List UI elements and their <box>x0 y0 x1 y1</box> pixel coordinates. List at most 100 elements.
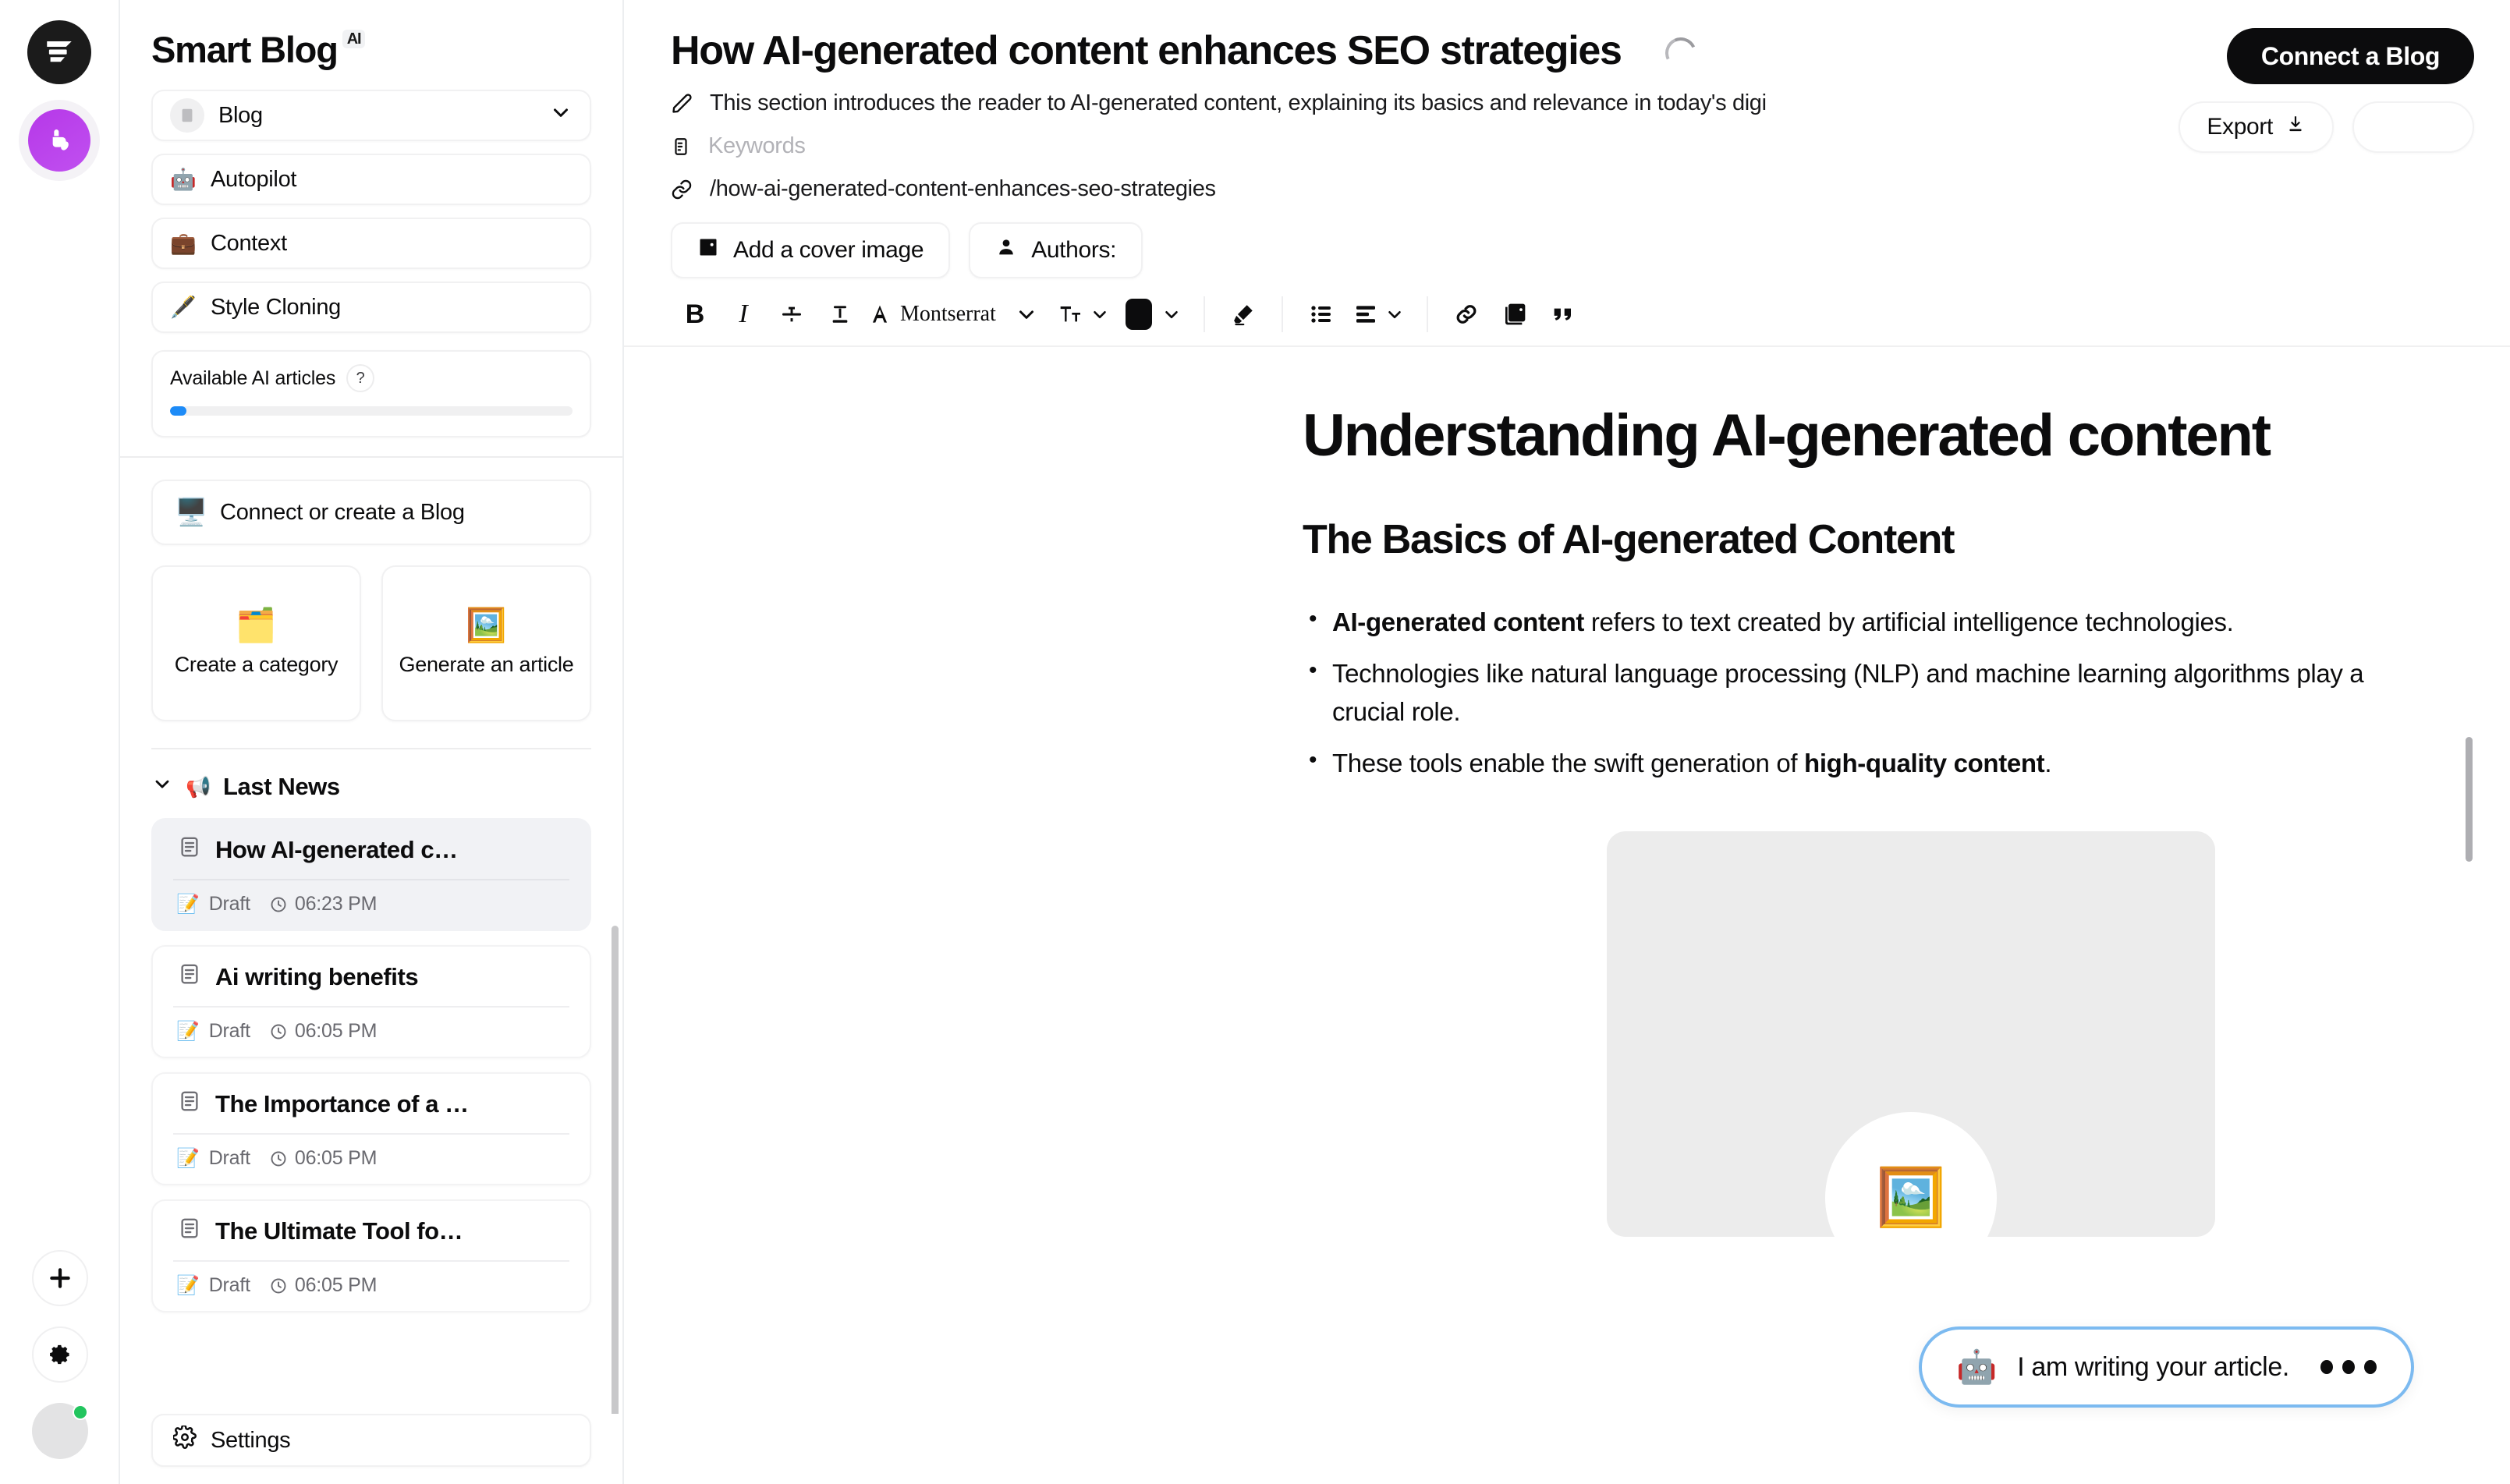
icon-rail <box>0 0 120 1484</box>
main-content: How AI-generated content enhances SEO st… <box>624 0 2510 1484</box>
document-glyph-icon <box>182 108 193 122</box>
quota-progress-fill <box>170 406 186 416</box>
insert-image-button[interactable] <box>1491 290 1539 338</box>
article-title-row: The Importance of a … <box>153 1074 590 1133</box>
briefcase-icon: 💼 <box>170 231 197 255</box>
toolbar-divider <box>1281 296 1283 333</box>
image-icon <box>697 236 719 264</box>
strikethrough-button[interactable] <box>768 290 816 338</box>
sidebar-title-superscript: AI <box>342 30 366 48</box>
article-list-item[interactable]: How AI-generated c… 📝 Draft 06:23 PM <box>151 818 591 931</box>
article-list: How AI-generated c… 📝 Draft 06:23 PM Ai writ… <box>151 818 591 1312</box>
sidebar-item-label: Context <box>211 230 287 256</box>
connect-card-label: Connect or create a Blog <box>220 499 465 525</box>
article-list-item[interactable]: The Importance of a … 📝 Draft 06:05 PM <box>151 1072 591 1185</box>
document-slug: /how-ai-generated-content-enhances-seo-s… <box>710 176 1216 202</box>
header-actions-row-2: Export <box>2179 101 2474 153</box>
generate-article-label: Generate an article <box>399 653 574 677</box>
export-label: Export <box>2207 114 2273 140</box>
article-title-row: Ai writing benefits <box>153 947 590 1006</box>
document-icon <box>170 98 204 133</box>
draft-icon: 📝 <box>176 894 200 915</box>
sidebar-item-context[interactable]: 💼 Context <box>151 218 591 269</box>
text-style-button[interactable] <box>816 290 864 338</box>
folder-icon: 🗂️ <box>236 607 277 644</box>
ai-articles-quota: Available AI articles ? <box>151 350 591 437</box>
insert-link-button[interactable] <box>1442 290 1491 338</box>
rail-item-smart-blog[interactable] <box>28 109 90 172</box>
document-inner: Understanding AI-generated content The B… <box>1303 402 2410 1237</box>
add-cover-image-button[interactable]: Add a cover image <box>671 222 951 279</box>
text-align-button[interactable] <box>1345 290 1413 338</box>
typing-dots-icon <box>2320 1360 2377 1374</box>
download-icon <box>2285 114 2306 140</box>
toast-message: I am writing your article. <box>2017 1351 2289 1382</box>
document-title[interactable]: How AI-generated content enhances SEO st… <box>671 28 1622 73</box>
text-color-selector[interactable] <box>1118 290 1189 338</box>
bold-button[interactable]: B <box>671 290 719 338</box>
sidebar: Smart Blog AI Blog 🤖 Autopilot 💼 Context… <box>120 0 624 1484</box>
article-status: Draft <box>208 1274 250 1296</box>
font-family-name: Montserrat <box>900 302 996 327</box>
document-slug-row[interactable]: /how-ai-generated-content-enhances-seo-s… <box>624 159 2510 202</box>
help-icon[interactable]: ? <box>346 364 375 392</box>
chevron-down-icon[interactable] <box>151 773 173 801</box>
article-time: 06:05 PM <box>269 1147 377 1170</box>
document-image-placeholder[interactable]: 🖼️ <box>1607 831 2215 1237</box>
section-last-news[interactable]: 📢 Last News <box>151 748 591 801</box>
connect-a-blog-button[interactable]: Connect a Blog <box>2226 28 2474 84</box>
font-family-chevron[interactable] <box>1002 290 1051 338</box>
article-title: Ai writing benefits <box>215 963 419 990</box>
sidebar-settings-button[interactable]: Settings <box>151 1414 591 1467</box>
authors-label: Authors: <box>1031 237 1117 264</box>
quota-progress-bar <box>170 406 573 416</box>
person-icon <box>995 236 1017 264</box>
connect-or-create-blog-button[interactable]: 🖥️ Connect or create a Blog <box>151 480 591 545</box>
authors-button[interactable]: Authors: <box>969 222 1143 279</box>
sidebar-item-style-cloning[interactable]: 🖋️ Style Cloning <box>151 282 591 333</box>
page-title: Smart Blog AI <box>151 28 366 71</box>
avatar[interactable] <box>32 1403 88 1459</box>
document-bullet: These tools enable the swift generation … <box>1303 743 2410 783</box>
generate-article-button[interactable]: 🖼️ Generate an article <box>381 565 591 721</box>
article-status: Draft <box>208 1147 250 1169</box>
toolbar-divider <box>1203 296 1205 333</box>
font-size-selector[interactable] <box>1051 290 1118 338</box>
sidebar-title-text: Smart Blog <box>151 29 339 70</box>
article-time: 06:05 PM <box>269 1274 377 1297</box>
chevron-down-icon[interactable] <box>549 101 573 130</box>
robot-icon: 🤖 <box>1956 1348 1998 1385</box>
sidebar-item-label: Autopilot <box>211 166 297 192</box>
bullet-list-button[interactable] <box>1297 290 1345 338</box>
app-root: Smart Blog AI Blog 🤖 Autopilot 💼 Context… <box>0 0 2510 1484</box>
section-label: Last News <box>222 773 340 800</box>
app-logo[interactable] <box>27 20 91 84</box>
document-icon <box>178 1089 201 1119</box>
blockquote-button[interactable] <box>1539 290 1587 338</box>
sidebar-scrollbar[interactable] <box>612 926 619 1414</box>
highlight-button[interactable] <box>1219 290 1267 338</box>
italic-button[interactable]: I <box>719 290 768 338</box>
secondary-ghost-button[interactable] <box>2352 101 2474 153</box>
article-meta-row: 📝 Draft 06:05 PM <box>153 1135 590 1184</box>
editor-scrollbar[interactable] <box>2466 737 2473 862</box>
settings-button[interactable] <box>32 1326 88 1383</box>
plus-icon <box>50 1268 70 1288</box>
document-h2: The Basics of AI-generated Content <box>1303 517 1955 563</box>
article-time: 06:05 PM <box>269 1020 377 1043</box>
document-icon <box>178 1217 201 1246</box>
export-button[interactable]: Export <box>2179 101 2334 153</box>
font-family-selector[interactable]: Montserrat <box>864 290 1002 338</box>
add-button[interactable] <box>32 1250 88 1306</box>
article-time-text: 06:05 PM <box>294 1020 378 1042</box>
article-time-text: 06:23 PM <box>294 893 378 915</box>
editor-canvas[interactable]: Understanding AI-generated content The B… <box>624 347 2510 1441</box>
image-placeholder-badge: 🖼️ <box>1825 1111 1997 1237</box>
article-list-item[interactable]: The Ultimate Tool fo… 📝 Draft 06:05 PM <box>151 1199 591 1312</box>
article-list-item[interactable]: Ai writing benefits 📝 Draft 06:05 PM <box>151 945 591 1058</box>
sidebar-item-autopilot[interactable]: 🤖 Autopilot <box>151 154 591 205</box>
create-category-button[interactable]: 🗂️ Create a category <box>151 565 361 721</box>
article-time: 06:23 PM <box>269 893 377 916</box>
sidebar-item-blog[interactable]: Blog <box>151 90 591 141</box>
article-meta-row: 📝 Draft 06:23 PM <box>153 880 590 930</box>
